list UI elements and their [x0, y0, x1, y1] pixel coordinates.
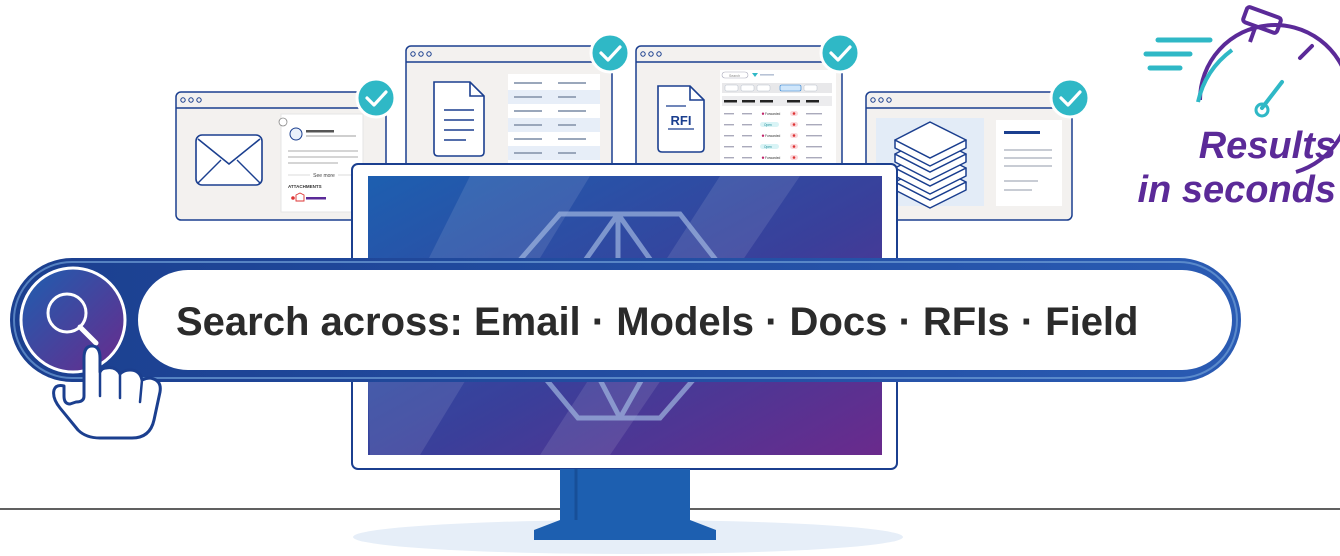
attachment-icon: [291, 196, 295, 200]
search-bar-label: Search across: Email · Models · Docs · R…: [176, 300, 1139, 344]
results-tagline-line1: Results: [1198, 125, 1336, 167]
rfi-window: RFI Search Forwarded Open Forwarded Open…: [635, 45, 843, 175]
status-badge: Open: [764, 123, 772, 127]
document-icon: [433, 81, 485, 157]
status-badge: Forwarded: [765, 156, 780, 160]
3d-model-icon: [894, 121, 967, 209]
docs-window: [405, 45, 613, 175]
check-icon: [355, 77, 397, 119]
check-icon: [589, 32, 631, 74]
envelope-icon: [195, 134, 263, 186]
monitor-stand: [534, 469, 716, 540]
attachments-label: ATTACHMENTS: [288, 184, 322, 189]
close-icon: [278, 117, 288, 127]
results-tagline: Results in seconds: [1110, 124, 1337, 212]
status-badge: Open: [764, 145, 772, 149]
check-icon: [819, 32, 861, 74]
hero-illustration: See more ATTACHMENTS RFI Search Forwarde…: [0, 0, 1340, 556]
rfi-document-icon: RFI: [657, 85, 705, 153]
status-badge: Forwarded: [765, 112, 780, 116]
search-button[interactable]: [19, 266, 127, 374]
search-placeholder: Search: [729, 74, 740, 78]
check-icon: [1049, 77, 1091, 119]
status-badge: Forwarded: [765, 134, 780, 138]
results-tagline-line2: in seconds: [1137, 169, 1337, 211]
illustration-canvas: See more ATTACHMENTS RFI Search Forwarde…: [0, 5, 1340, 554]
rfi-label: RFI: [671, 113, 692, 128]
see-more-link: See more: [313, 173, 335, 179]
avatar: [289, 127, 303, 141]
